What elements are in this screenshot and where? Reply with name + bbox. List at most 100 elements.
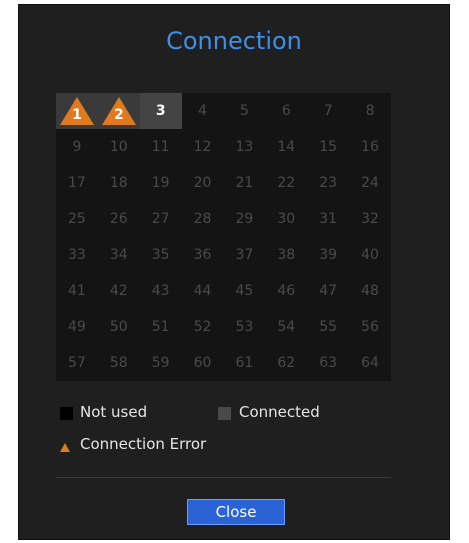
channel-cell: 31 [307,201,349,237]
channel-number: 12 [193,139,212,155]
channel-number: 45 [235,283,254,299]
channel-number: 27 [151,211,170,227]
channel-number: 4 [198,103,208,119]
channel-number: 18 [109,175,128,191]
channel-cell: 45 [224,273,266,309]
channel-cell: 27 [140,201,182,237]
channel-number: 30 [277,211,296,227]
channel-number: 29 [235,211,254,227]
channel-number: 61 [235,355,254,371]
channel-cell: 24 [349,165,391,201]
channel-number: 22 [277,175,296,191]
channel-cell: 55 [307,309,349,345]
channel-cell: 6 [265,93,307,129]
channel-cell: 60 [182,345,224,381]
channel-cell: 50 [98,309,140,345]
channel-cell: 44 [182,273,224,309]
channel-cell: 21 [224,165,266,201]
channel-cell: 37 [224,237,266,273]
channel-cell: 62 [265,345,307,381]
channel-cell: 64 [349,345,391,381]
channel-number: 9 [72,139,82,155]
channel-number: 7 [323,103,333,119]
channel-number: 54 [277,319,296,335]
channel-cell: 30 [265,201,307,237]
channel-cell: 47 [307,273,349,309]
channel-number: 23 [319,175,338,191]
channel-cell: 25 [56,201,98,237]
channel-cell: 7 [307,93,349,129]
channel-number: 60 [193,355,212,371]
channel-cell: 8 [349,93,391,129]
channel-number: 55 [319,319,338,335]
channel-number: 17 [68,175,86,191]
channel-number: 47 [319,283,338,299]
channel-number: 50 [109,319,128,335]
channel-number: 44 [193,283,212,299]
legend-not-used: Not used [80,403,148,421]
channel-number: 6 [281,103,291,119]
channel-cell: 52 [182,309,224,345]
connected-swatch [218,407,231,420]
channel-number: 64 [361,355,379,371]
channel-number: 52 [193,319,212,335]
channel-number: 20 [193,175,212,191]
legend-connected: Connected [239,403,320,421]
channel-number: 11 [151,139,170,155]
channel-number: 38 [277,247,296,263]
channel-number: 21 [235,175,254,191]
channel-number: 14 [277,139,296,155]
channel-number: 56 [361,319,379,335]
channel-cell: 36 [182,237,224,273]
channel-cell: 23 [307,165,349,201]
channel-cell: 15 [307,129,349,165]
channel-number: 8 [365,103,375,119]
channel-cell: 58 [98,345,140,381]
channel-cell: 34 [98,237,140,273]
channel-number: 43 [151,283,170,299]
channel-cell: 12 [182,129,224,165]
channel-number: 16 [361,139,379,155]
channel-number: 28 [193,211,212,227]
channel-number: 26 [109,211,128,227]
channel-cell: 19 [140,165,182,201]
channel-cell: 14 [265,129,307,165]
not-used-swatch [60,407,73,420]
channel-number: 33 [68,247,86,263]
channel-cell: 9 [56,129,98,165]
channel-number: 41 [68,283,86,299]
channel-cell: 3 [139,93,182,129]
channel-cell: 26 [98,201,140,237]
channel-number: 24 [361,175,379,191]
channel-cell: 35 [140,237,182,273]
channel-number: 53 [235,319,254,335]
channel-number: 42 [109,283,128,299]
channel-number: 5 [239,103,249,119]
channel-number: 25 [68,211,86,227]
close-button[interactable]: Close [187,499,285,525]
channel-cell: 56 [349,309,391,345]
channel-number: 59 [151,355,170,371]
channel-cell: 1 [56,93,98,129]
warning-triangle-icon [60,443,70,452]
channel-cell: 38 [265,237,307,273]
channel-cell: 18 [98,165,140,201]
channel-number: 2 [113,107,124,123]
channel-cell: 49 [56,309,98,345]
channel-cell: 61 [224,345,266,381]
channel-cell: 29 [224,201,266,237]
channel-number: 51 [151,319,170,335]
channel-cell: 11 [140,129,182,165]
channel-cell: 16 [349,129,391,165]
channel-cell: 51 [140,309,182,345]
channel-cell: 40 [349,237,391,273]
channel-cell: 53 [224,309,266,345]
channel-number: 57 [68,355,86,371]
channel-cell: 41 [56,273,98,309]
channel-cell: 33 [56,237,98,273]
legend-connection-error: Connection Error [80,435,207,453]
channel-number: 63 [319,355,338,371]
channel-number: 19 [151,175,170,191]
channel-number: 31 [319,211,338,227]
channel-number: 32 [361,211,379,227]
